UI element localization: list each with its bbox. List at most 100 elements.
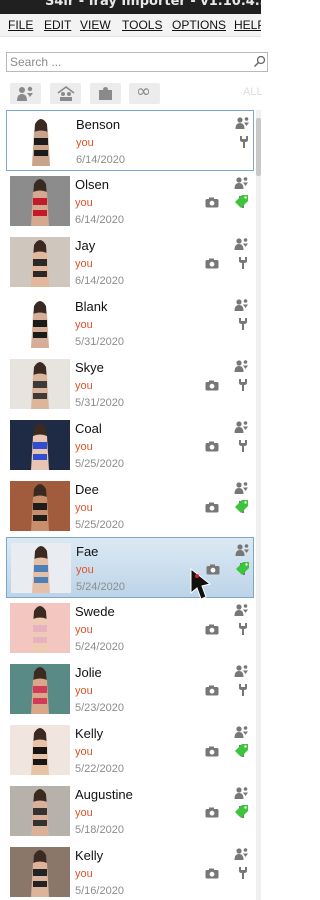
character-date: 5/24/2020 (75, 641, 124, 653)
character-name: Coal (75, 421, 102, 436)
character-name: Kelly (75, 726, 104, 741)
camera-icon (205, 441, 219, 452)
tag-icon (236, 562, 249, 575)
window-title: S4ir - Iray Importer - v1.10.4.5 (idrive… (45, 0, 261, 9)
character-name: Jay (75, 238, 96, 253)
user-group-icon (235, 117, 249, 129)
character-date: 5/18/2020 (75, 824, 124, 836)
menu-options[interactable]: OPTIONS (172, 18, 226, 32)
user-group-icon (234, 665, 248, 677)
character-name: Augustine (75, 787, 133, 802)
menu-help[interactable]: HELP (234, 18, 261, 32)
tag-icon (235, 500, 248, 513)
character-thumbnail (10, 603, 70, 653)
camera-icon (205, 502, 219, 513)
wrench-icon (239, 257, 247, 269)
character-name: Blank (75, 299, 108, 314)
camera-icon (205, 746, 219, 757)
list-item[interactable]: Fae you 5/24/2020 (6, 537, 254, 598)
character-list: Benson you 6/14/2020 Olsen you 6/14/2020 Jay yo… (0, 110, 256, 900)
character-thumbnail (10, 481, 70, 531)
filter-all-label[interactable]: ALL (243, 86, 263, 98)
user-group-icon (235, 544, 249, 556)
camera-icon (205, 258, 219, 269)
character-name: Dee (75, 482, 99, 497)
character-owner: you (75, 624, 93, 636)
menu-file[interactable]: FILE (8, 18, 33, 32)
character-owner: you (75, 441, 93, 453)
camera-icon (205, 807, 219, 818)
list-item[interactable]: Jay you 6/14/2020 (6, 232, 254, 293)
user-group-icon (17, 86, 33, 101)
search-icon[interactable] (253, 55, 266, 68)
scrollbar-track[interactable] (256, 110, 261, 900)
filter-house-button[interactable] (50, 83, 81, 104)
character-date: 5/31/2020 (75, 397, 124, 409)
menu-tools[interactable]: TOOLS (122, 18, 162, 32)
list-item[interactable]: Kelly you 5/16/2020 (6, 842, 254, 900)
list-item[interactable]: Benson you 6/14/2020 (6, 110, 254, 171)
character-owner: you (75, 380, 93, 392)
list-item[interactable]: Dee you 5/25/2020 (6, 476, 254, 537)
menu-view[interactable]: VIEW (80, 18, 111, 32)
wrench-icon (239, 318, 247, 330)
scrollbar-thumb[interactable] (256, 118, 261, 176)
character-owner: you (76, 564, 94, 576)
menu-bar: FILE EDIT VIEW TOOLS OPTIONS HELP (0, 14, 261, 37)
character-date: 6/14/2020 (75, 275, 124, 287)
character-date: 6/14/2020 (75, 214, 124, 226)
house-people-icon (57, 86, 75, 101)
character-date: 5/22/2020 (75, 763, 124, 775)
camera-icon (205, 380, 219, 391)
filter-infinity-button[interactable]: ∞ (129, 81, 160, 104)
character-name: Olsen (75, 177, 109, 192)
wrench-icon (239, 623, 247, 635)
wrench-icon (239, 684, 247, 696)
character-date: 5/23/2020 (75, 702, 124, 714)
tag-icon (235, 805, 248, 818)
wrench-icon (240, 136, 248, 148)
character-owner: you (75, 319, 93, 331)
user-group-icon (234, 604, 248, 616)
user-group-icon (234, 421, 248, 433)
camera-icon (205, 197, 219, 208)
user-group-icon (234, 787, 248, 799)
character-name: Benson (76, 117, 121, 132)
character-owner: you (75, 258, 93, 270)
character-owner: you (75, 807, 93, 819)
list-item[interactable]: Kelly you 5/22/2020 (6, 720, 254, 781)
list-item[interactable]: Coal you 5/25/2020 (6, 415, 254, 476)
character-date: 5/24/2020 (76, 581, 125, 593)
character-name: Skye (75, 360, 104, 375)
list-item[interactable]: Olsen you 6/14/2020 (6, 171, 254, 232)
mouse-cursor-icon (190, 567, 212, 600)
character-name: Swede (75, 604, 115, 619)
character-thumbnail (10, 847, 70, 897)
user-group-icon (234, 482, 248, 494)
character-name: Fae (76, 544, 99, 559)
character-thumbnail (10, 237, 70, 287)
user-group-icon (234, 238, 248, 250)
filter-user-group-button[interactable] (10, 83, 41, 104)
search-input[interactable] (10, 54, 246, 70)
character-thumbnail (10, 725, 70, 775)
character-thumbnail (10, 664, 70, 714)
puzzle-icon (99, 87, 112, 100)
character-thumbnail (10, 786, 70, 836)
character-owner: you (75, 868, 93, 880)
wrench-icon (239, 379, 247, 391)
menu-edit[interactable]: EDIT (44, 18, 71, 32)
character-owner: you (76, 137, 94, 149)
search-box (6, 52, 268, 72)
list-item[interactable]: Blank you 5/31/2020 (6, 293, 254, 354)
character-owner: you (75, 746, 93, 758)
character-thumbnail (10, 420, 70, 470)
list-item[interactable]: Jolie you 5/23/2020 (6, 659, 254, 720)
character-owner: you (75, 197, 93, 209)
filter-puzzle-button[interactable] (90, 83, 121, 104)
list-item[interactable]: Skye you 5/31/2020 (6, 354, 254, 415)
list-item[interactable]: Swede you 5/24/2020 (6, 598, 254, 659)
user-group-icon (234, 726, 248, 738)
list-item[interactable]: Augustine you 5/18/2020 (6, 781, 254, 842)
character-thumbnail (10, 176, 70, 226)
